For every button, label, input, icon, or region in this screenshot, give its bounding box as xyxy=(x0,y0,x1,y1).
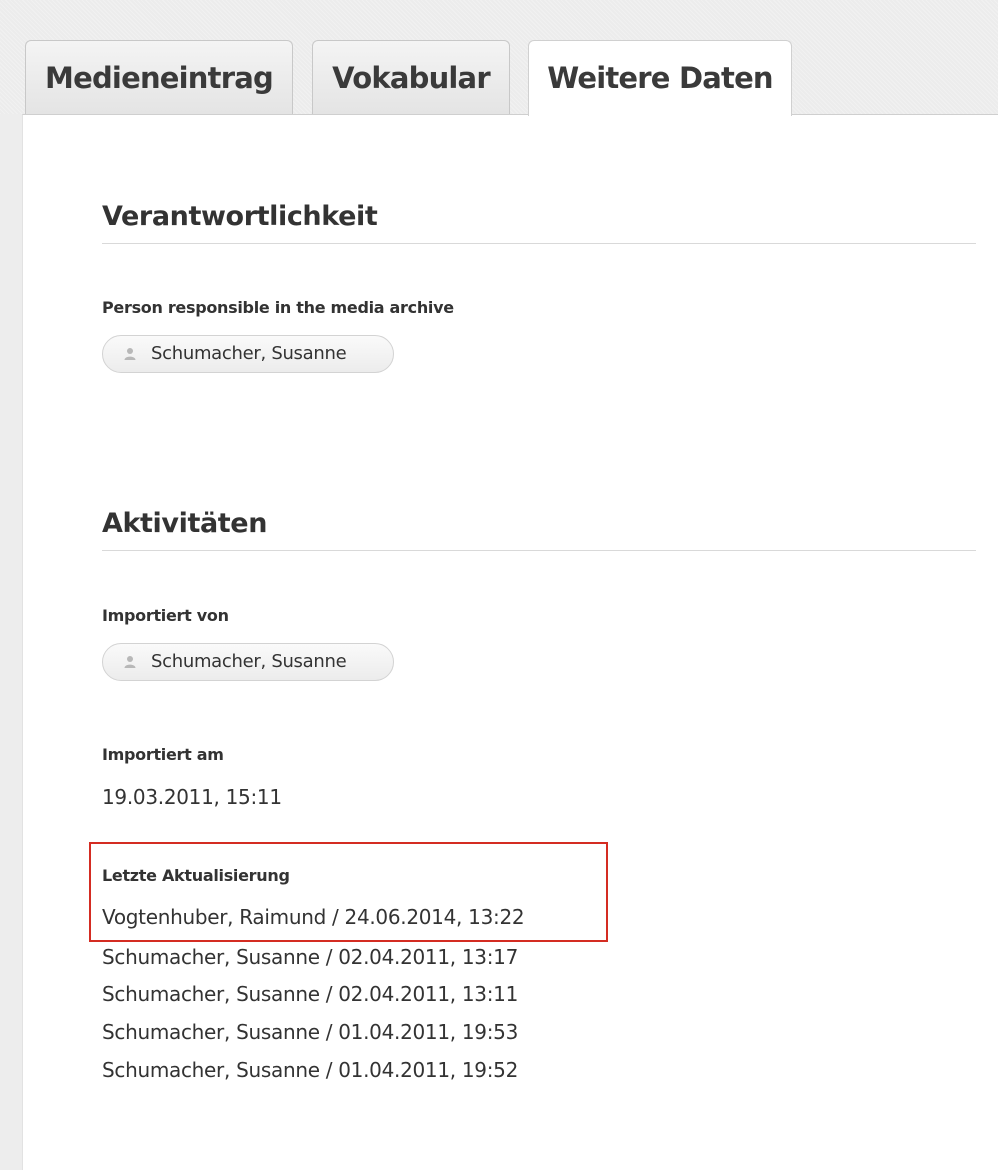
person-pill-responsible[interactable]: Schumacher, Susanne xyxy=(102,335,394,373)
update-entry: Schumacher, Susanne / 01.04.2011, 19:53 xyxy=(102,1020,519,1044)
update-entry: Schumacher, Susanne / 01.04.2011, 19:52 xyxy=(102,1058,519,1082)
update-entry: Schumacher, Susanne / 02.04.2011, 13:11 xyxy=(102,982,519,1006)
field-label-last-update: Letzte Aktualisierung xyxy=(102,866,290,885)
user-icon xyxy=(124,656,136,668)
section-title-activities: Aktivitäten xyxy=(102,508,268,539)
update-entry: Schumacher, Susanne / 02.04.2011, 13:17 xyxy=(102,945,519,969)
tab-medieneintrag[interactable]: Medieneintrag xyxy=(25,40,293,114)
tab-weitere-daten[interactable]: Weitere Daten xyxy=(528,40,792,116)
field-label-imported-by: Importiert von xyxy=(102,606,229,625)
tab-vokabular[interactable]: Vokabular xyxy=(312,40,510,114)
field-label-person-responsible: Person responsible in the media archive xyxy=(102,298,454,317)
field-label-imported-at: Importiert am xyxy=(102,745,224,764)
user-icon xyxy=(124,348,136,360)
update-entry: Vogtenhuber, Raimund / 24.06.2014, 13:22 xyxy=(102,905,525,929)
section-divider xyxy=(102,243,976,244)
person-pill-imported-by[interactable]: Schumacher, Susanne xyxy=(102,643,394,681)
person-name: Schumacher, Susanne xyxy=(151,651,347,672)
section-title-responsibility: Verantwortlichkeit xyxy=(102,201,378,232)
imported-at-value: 19.03.2011, 15:11 xyxy=(102,785,282,809)
content-panel xyxy=(22,114,998,1170)
section-divider xyxy=(102,550,976,551)
person-name: Schumacher, Susanne xyxy=(151,343,347,364)
